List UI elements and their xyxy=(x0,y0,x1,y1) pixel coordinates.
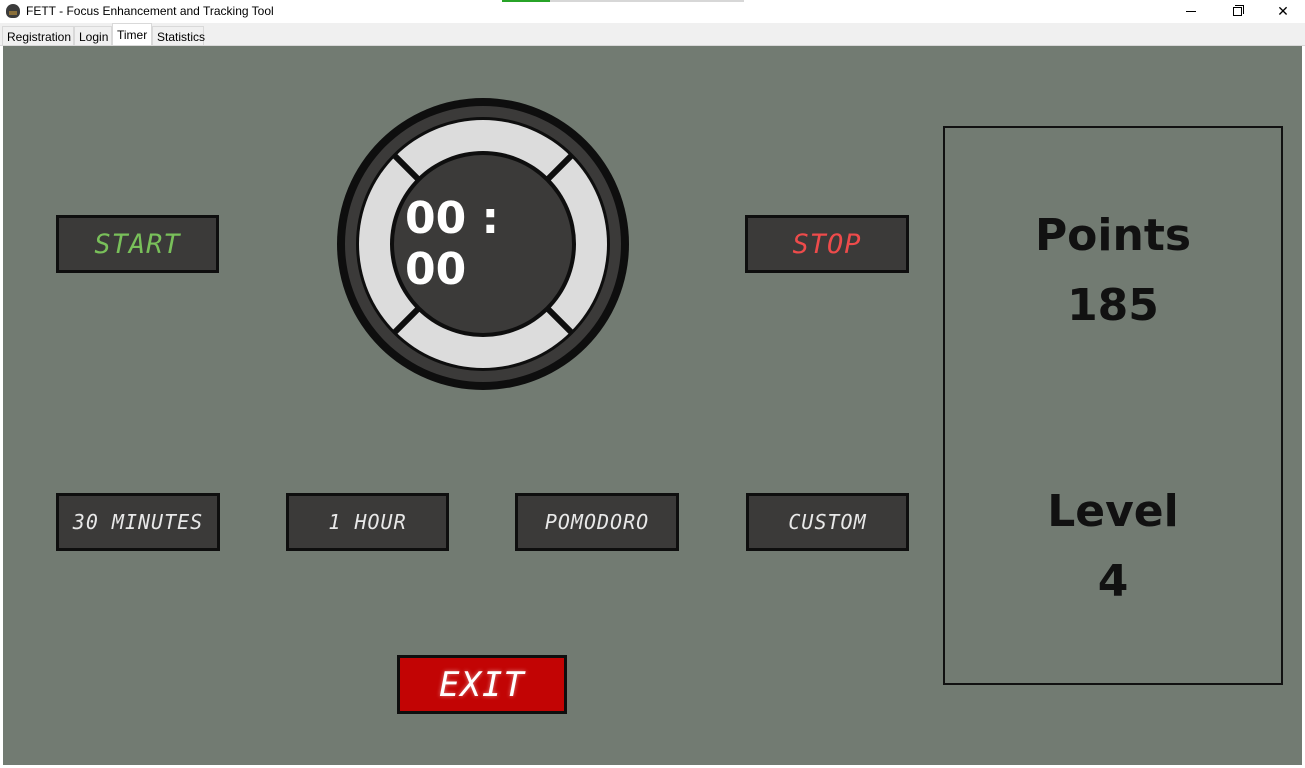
level-label: Level xyxy=(1047,486,1179,537)
preset-1-hour-button[interactable]: 1 HOUR xyxy=(286,493,449,551)
stop-button[interactable]: STOP xyxy=(745,215,909,273)
tab-statistics[interactable]: Statistics xyxy=(152,26,205,45)
points-value: 185 xyxy=(1067,280,1159,331)
close-icon: ✕ xyxy=(1277,3,1289,19)
tab-bar: Registration Login Timer Statistics xyxy=(0,23,1305,46)
progress-bar xyxy=(502,0,744,2)
maximize-button[interactable] xyxy=(1214,0,1260,23)
progress-fill xyxy=(502,0,551,2)
preset-custom-button[interactable]: CUSTOM xyxy=(746,493,909,551)
timer-panel: START 00 : 00 STOP 30 MINUTES 1 HOUR POM… xyxy=(3,46,1302,765)
start-button[interactable]: START xyxy=(56,215,219,273)
title-bar: FETT - Focus Enhancement and Tracking To… xyxy=(0,0,1305,24)
minimize-icon xyxy=(1186,11,1196,12)
timer-dial: 00 : 00 xyxy=(335,96,631,392)
tab-registration[interactable]: Registration xyxy=(2,26,74,45)
stats-panel: Points 185 Level 4 xyxy=(943,126,1283,685)
close-button[interactable]: ✕ xyxy=(1260,0,1305,23)
timer-display: 00 : 00 xyxy=(405,193,500,295)
window-title: FETT - Focus Enhancement and Tracking To… xyxy=(26,4,274,18)
preset-pomodoro-button[interactable]: POMODORO xyxy=(515,493,679,551)
app-helmet-icon xyxy=(6,4,20,18)
restore-icon xyxy=(1232,5,1244,16)
points-label: Points xyxy=(1034,210,1192,261)
level-value: 4 xyxy=(1097,556,1129,607)
tab-login[interactable]: Login xyxy=(74,26,112,45)
tab-timer[interactable]: Timer xyxy=(112,23,152,45)
preset-30-minutes-button[interactable]: 30 MINUTES xyxy=(56,493,220,551)
minimize-button[interactable] xyxy=(1168,0,1214,23)
exit-button[interactable]: EXIT xyxy=(397,655,567,714)
